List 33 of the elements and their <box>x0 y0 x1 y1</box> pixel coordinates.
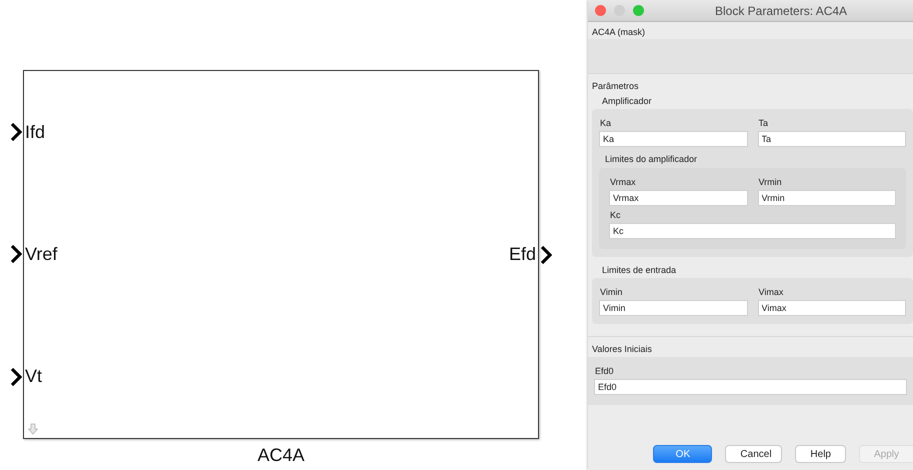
port-label: Efd <box>508 244 537 265</box>
dialog-button[interactable]: Cancel <box>725 445 782 463</box>
input-field[interactable]: Vrmax <box>609 190 748 206</box>
close-button[interactable] <box>595 5 606 16</box>
port-label: Ifd <box>24 122 46 143</box>
group-title: Limites do amplificador <box>604 153 698 166</box>
zoom-button[interactable] <box>633 5 644 16</box>
field-label: Ka <box>599 118 612 130</box>
field-label: Ta <box>758 118 770 130</box>
down-arrow-icon <box>28 423 38 435</box>
section-title: Parâmetros <box>591 80 640 93</box>
field-label: Vrmax <box>609 177 637 189</box>
group-title: Amplificador <box>601 95 653 108</box>
field-label: Kc <box>609 210 622 222</box>
window-title: Block Parameters: AC4A <box>715 4 848 18</box>
mask-title: AC4A (mask) <box>591 26 646 39</box>
field-label: Vimax <box>758 287 784 299</box>
input-field[interactable]: Efd0 <box>594 379 907 395</box>
port-label: Vt <box>24 366 44 388</box>
field-label: Vrmin <box>758 177 783 189</box>
block-name: AC4A <box>256 445 306 466</box>
field-label: Efd0 <box>594 366 615 378</box>
dialog-button[interactable]: Help <box>795 445 846 463</box>
input-field[interactable]: Vimax <box>758 300 906 316</box>
input-field[interactable]: Vimin <box>599 300 748 316</box>
port-label: Vref <box>24 244 58 265</box>
section-title: Valores Iniciais <box>591 343 653 356</box>
input-field[interactable]: Vrmin <box>758 190 896 206</box>
input-field[interactable]: Kc <box>609 223 896 239</box>
group-title: Limites de entrada <box>601 264 678 277</box>
input-field[interactable]: Ta <box>758 131 906 147</box>
field-label: Vimin <box>599 287 624 299</box>
input-field[interactable]: Ka <box>599 131 748 147</box>
